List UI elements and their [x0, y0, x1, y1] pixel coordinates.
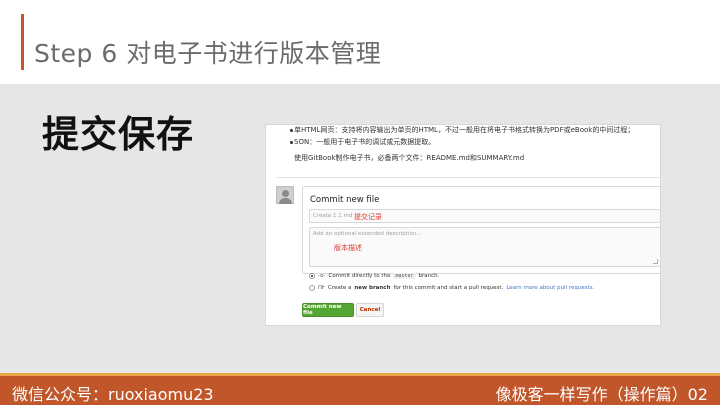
commit-description-placeholder: Add an optional extended description... [313, 231, 422, 237]
slide-title: Step 6 对电子书进行版本管理 [34, 39, 382, 68]
commit-form-title: Commit new file [310, 195, 380, 205]
bullet-dot-icon [290, 129, 293, 132]
user-avatar [276, 186, 294, 204]
commit-new-file-button[interactable]: Commit new file [302, 303, 354, 317]
branch-icon: ՈՒ [318, 285, 325, 291]
option-branch-prefix: Create a [327, 285, 352, 291]
commit-description-annotation: 版本描述 [334, 244, 362, 252]
github-commit-screenshot: 单HTML网页：支持将内容输出为单页的HTML，不过一般用在将电子书格式转换为P… [265, 124, 661, 326]
footer-wechat-label: 微信公众号：ruoxiaomu23 [12, 385, 214, 404]
readme-bullet: 单HTML网页：支持将内容输出为单页的HTML，不过一般用在将电子书格式转换为P… [294, 126, 635, 134]
footer-stripe [0, 373, 720, 376]
commit-summary-input[interactable]: Create 1.1.md 提交记录 [309, 209, 660, 223]
footer-series-label: 像极客一样写作（操作篇）02 [495, 385, 708, 404]
readme-bullet: SON：一般用于电子书的调试或元数据提取。 [294, 138, 436, 146]
option-commit-direct[interactable]: -o- Commit directly to the master branch… [309, 273, 439, 279]
commit-summary-annotation: 提交记录 [354, 213, 382, 221]
commit-summary-placeholder: Create 1.1.md [313, 213, 353, 219]
radio-commit-direct[interactable] [309, 273, 315, 279]
learn-more-link[interactable]: Learn more about pull requests. [506, 285, 594, 291]
branch-name-badge: master [393, 273, 416, 279]
readme-paragraph: 使用GitBook制作电子书，必备两个文件：README.md和SUMMARY.… [294, 154, 525, 162]
option-direct-suffix: branch. [418, 273, 440, 279]
commit-icon: -o- [318, 273, 326, 279]
resize-grip-icon[interactable] [653, 259, 658, 264]
cancel-button[interactable]: Cancel [356, 303, 384, 317]
commit-form: Commit new file Create 1.1.md 提交记录 Add a… [302, 186, 660, 274]
commit-description-input[interactable]: Add an optional extended description... … [309, 227, 660, 267]
body-label: 提交保存 [42, 113, 194, 156]
section-divider [276, 177, 660, 178]
title-accent-bar [21, 14, 24, 70]
bullet-dot-icon [290, 141, 293, 144]
option-direct-prefix: Commit directly to the [328, 273, 391, 279]
option-branch-middle: for this commit and start a pull request… [393, 285, 504, 291]
option-branch-bold: new branch [354, 285, 391, 291]
radio-new-branch[interactable] [309, 285, 315, 291]
option-new-branch[interactable]: ՈՒ Create a new branch for this commit a… [309, 285, 594, 291]
